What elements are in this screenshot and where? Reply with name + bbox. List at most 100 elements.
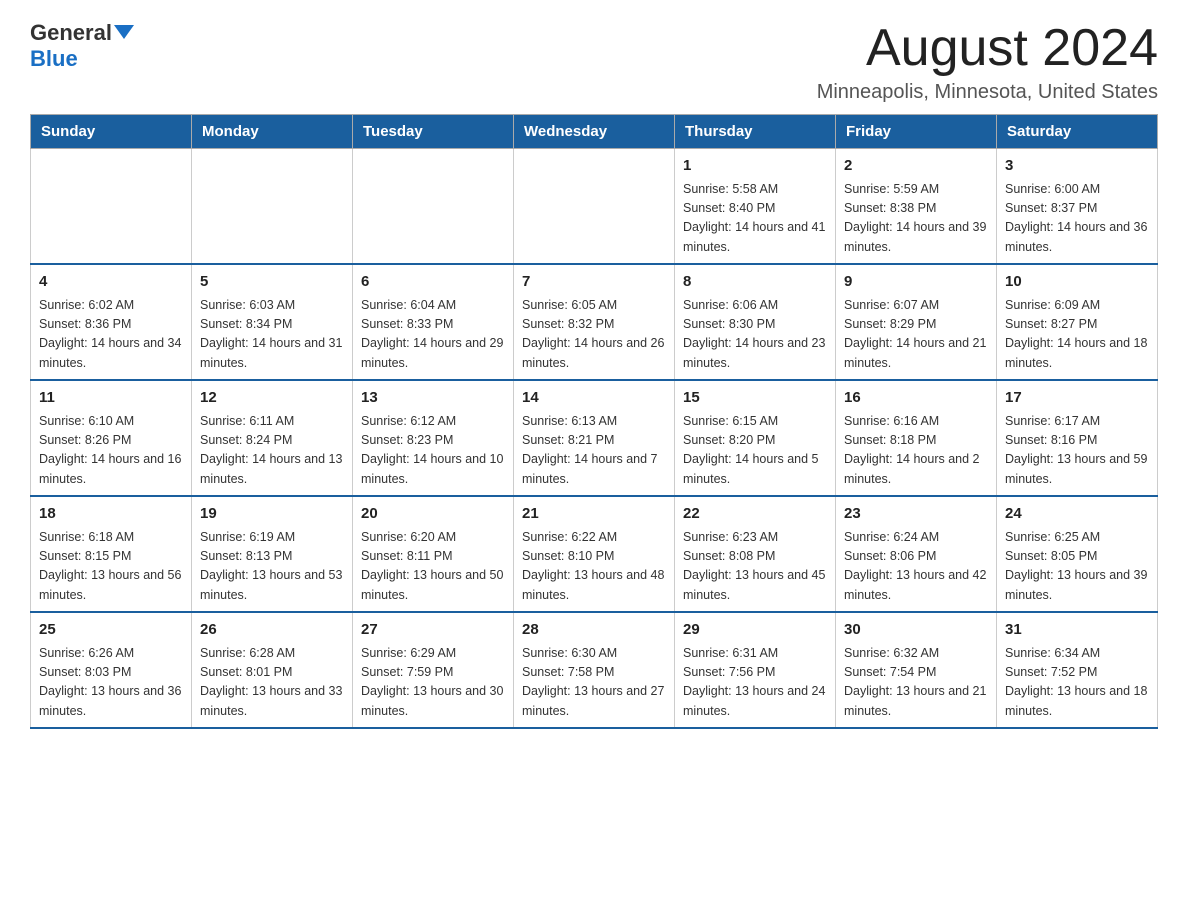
calendar-cell: 20Sunrise: 6:20 AM Sunset: 8:11 PM Dayli… <box>353 496 514 612</box>
calendar-cell: 19Sunrise: 6:19 AM Sunset: 8:13 PM Dayli… <box>192 496 353 612</box>
calendar-cell: 17Sunrise: 6:17 AM Sunset: 8:16 PM Dayli… <box>997 380 1158 496</box>
calendar-cell: 5Sunrise: 6:03 AM Sunset: 8:34 PM Daylig… <box>192 264 353 380</box>
day-number: 20 <box>361 503 505 526</box>
weekday-header-sunday: Sunday <box>31 115 192 149</box>
day-info: Sunrise: 6:03 AM Sunset: 8:34 PM Dayligh… <box>200 296 344 374</box>
calendar-table: SundayMondayTuesdayWednesdayThursdayFrid… <box>30 114 1158 729</box>
day-info: Sunrise: 5:58 AM Sunset: 8:40 PM Dayligh… <box>683 180 827 258</box>
location-subtitle: Minneapolis, Minnesota, United States <box>817 81 1158 104</box>
weekday-header-thursday: Thursday <box>675 115 836 149</box>
day-number: 18 <box>39 503 183 526</box>
day-number: 16 <box>844 387 988 410</box>
day-info: Sunrise: 6:04 AM Sunset: 8:33 PM Dayligh… <box>361 296 505 374</box>
weekday-header-wednesday: Wednesday <box>514 115 675 149</box>
calendar-cell: 23Sunrise: 6:24 AM Sunset: 8:06 PM Dayli… <box>836 496 997 612</box>
day-number: 29 <box>683 619 827 642</box>
day-info: Sunrise: 6:24 AM Sunset: 8:06 PM Dayligh… <box>844 528 988 606</box>
day-number: 6 <box>361 271 505 294</box>
weekday-header-tuesday: Tuesday <box>353 115 514 149</box>
calendar-cell: 10Sunrise: 6:09 AM Sunset: 8:27 PM Dayli… <box>997 264 1158 380</box>
day-info: Sunrise: 6:23 AM Sunset: 8:08 PM Dayligh… <box>683 528 827 606</box>
calendar-cell <box>192 149 353 265</box>
logo-blue-text: Blue <box>30 46 78 72</box>
day-info: Sunrise: 6:34 AM Sunset: 7:52 PM Dayligh… <box>1005 644 1149 722</box>
calendar-cell: 14Sunrise: 6:13 AM Sunset: 8:21 PM Dayli… <box>514 380 675 496</box>
day-number: 31 <box>1005 619 1149 642</box>
calendar-cell: 4Sunrise: 6:02 AM Sunset: 8:36 PM Daylig… <box>31 264 192 380</box>
calendar-cell: 26Sunrise: 6:28 AM Sunset: 8:01 PM Dayli… <box>192 612 353 728</box>
day-number: 3 <box>1005 155 1149 178</box>
day-info: Sunrise: 6:17 AM Sunset: 8:16 PM Dayligh… <box>1005 412 1149 490</box>
day-info: Sunrise: 6:31 AM Sunset: 7:56 PM Dayligh… <box>683 644 827 722</box>
calendar-week-row: 25Sunrise: 6:26 AM Sunset: 8:03 PM Dayli… <box>31 612 1158 728</box>
day-info: Sunrise: 6:15 AM Sunset: 8:20 PM Dayligh… <box>683 412 827 490</box>
day-number: 1 <box>683 155 827 178</box>
day-number: 27 <box>361 619 505 642</box>
day-number: 15 <box>683 387 827 410</box>
calendar-cell: 24Sunrise: 6:25 AM Sunset: 8:05 PM Dayli… <box>997 496 1158 612</box>
calendar-week-row: 4Sunrise: 6:02 AM Sunset: 8:36 PM Daylig… <box>31 264 1158 380</box>
day-number: 28 <box>522 619 666 642</box>
day-info: Sunrise: 6:11 AM Sunset: 8:24 PM Dayligh… <box>200 412 344 490</box>
calendar-cell: 31Sunrise: 6:34 AM Sunset: 7:52 PM Dayli… <box>997 612 1158 728</box>
day-number: 25 <box>39 619 183 642</box>
day-info: Sunrise: 6:30 AM Sunset: 7:58 PM Dayligh… <box>522 644 666 722</box>
day-number: 9 <box>844 271 988 294</box>
day-info: Sunrise: 6:10 AM Sunset: 8:26 PM Dayligh… <box>39 412 183 490</box>
logo-triangle-icon <box>114 25 134 39</box>
month-year-title: August 2024 <box>817 20 1158 77</box>
day-number: 13 <box>361 387 505 410</box>
title-block: August 2024 Minneapolis, Minnesota, Unit… <box>817 20 1158 104</box>
calendar-cell: 13Sunrise: 6:12 AM Sunset: 8:23 PM Dayli… <box>353 380 514 496</box>
calendar-cell: 9Sunrise: 6:07 AM Sunset: 8:29 PM Daylig… <box>836 264 997 380</box>
calendar-week-row: 1Sunrise: 5:58 AM Sunset: 8:40 PM Daylig… <box>31 149 1158 265</box>
calendar-cell: 29Sunrise: 6:31 AM Sunset: 7:56 PM Dayli… <box>675 612 836 728</box>
logo: General Blue <box>30 20 134 72</box>
day-number: 7 <box>522 271 666 294</box>
day-number: 11 <box>39 387 183 410</box>
day-number: 8 <box>683 271 827 294</box>
calendar-cell: 22Sunrise: 6:23 AM Sunset: 8:08 PM Dayli… <box>675 496 836 612</box>
calendar-cell <box>353 149 514 265</box>
day-info: Sunrise: 5:59 AM Sunset: 8:38 PM Dayligh… <box>844 180 988 258</box>
day-info: Sunrise: 6:29 AM Sunset: 7:59 PM Dayligh… <box>361 644 505 722</box>
day-number: 30 <box>844 619 988 642</box>
calendar-week-row: 18Sunrise: 6:18 AM Sunset: 8:15 PM Dayli… <box>31 496 1158 612</box>
logo-general-text: General <box>30 20 112 46</box>
calendar-cell <box>31 149 192 265</box>
calendar-cell: 28Sunrise: 6:30 AM Sunset: 7:58 PM Dayli… <box>514 612 675 728</box>
calendar-cell: 15Sunrise: 6:15 AM Sunset: 8:20 PM Dayli… <box>675 380 836 496</box>
day-info: Sunrise: 6:12 AM Sunset: 8:23 PM Dayligh… <box>361 412 505 490</box>
day-number: 4 <box>39 271 183 294</box>
calendar-cell: 27Sunrise: 6:29 AM Sunset: 7:59 PM Dayli… <box>353 612 514 728</box>
day-number: 10 <box>1005 271 1149 294</box>
day-info: Sunrise: 6:32 AM Sunset: 7:54 PM Dayligh… <box>844 644 988 722</box>
calendar-header-row: SundayMondayTuesdayWednesdayThursdayFrid… <box>31 115 1158 149</box>
weekday-header-friday: Friday <box>836 115 997 149</box>
calendar-cell: 25Sunrise: 6:26 AM Sunset: 8:03 PM Dayli… <box>31 612 192 728</box>
day-info: Sunrise: 6:28 AM Sunset: 8:01 PM Dayligh… <box>200 644 344 722</box>
day-number: 19 <box>200 503 344 526</box>
calendar-cell: 16Sunrise: 6:16 AM Sunset: 8:18 PM Dayli… <box>836 380 997 496</box>
day-info: Sunrise: 6:06 AM Sunset: 8:30 PM Dayligh… <box>683 296 827 374</box>
calendar-cell: 21Sunrise: 6:22 AM Sunset: 8:10 PM Dayli… <box>514 496 675 612</box>
calendar-cell: 11Sunrise: 6:10 AM Sunset: 8:26 PM Dayli… <box>31 380 192 496</box>
day-info: Sunrise: 6:13 AM Sunset: 8:21 PM Dayligh… <box>522 412 666 490</box>
calendar-cell: 3Sunrise: 6:00 AM Sunset: 8:37 PM Daylig… <box>997 149 1158 265</box>
calendar-cell: 30Sunrise: 6:32 AM Sunset: 7:54 PM Dayli… <box>836 612 997 728</box>
calendar-cell: 1Sunrise: 5:58 AM Sunset: 8:40 PM Daylig… <box>675 149 836 265</box>
day-info: Sunrise: 6:00 AM Sunset: 8:37 PM Dayligh… <box>1005 180 1149 258</box>
day-number: 26 <box>200 619 344 642</box>
calendar-week-row: 11Sunrise: 6:10 AM Sunset: 8:26 PM Dayli… <box>31 380 1158 496</box>
day-info: Sunrise: 6:09 AM Sunset: 8:27 PM Dayligh… <box>1005 296 1149 374</box>
calendar-cell: 8Sunrise: 6:06 AM Sunset: 8:30 PM Daylig… <box>675 264 836 380</box>
page-header: General Blue August 2024 Minneapolis, Mi… <box>30 20 1158 104</box>
day-info: Sunrise: 6:22 AM Sunset: 8:10 PM Dayligh… <box>522 528 666 606</box>
calendar-cell <box>514 149 675 265</box>
day-info: Sunrise: 6:02 AM Sunset: 8:36 PM Dayligh… <box>39 296 183 374</box>
day-number: 24 <box>1005 503 1149 526</box>
day-info: Sunrise: 6:26 AM Sunset: 8:03 PM Dayligh… <box>39 644 183 722</box>
calendar-cell: 6Sunrise: 6:04 AM Sunset: 8:33 PM Daylig… <box>353 264 514 380</box>
day-info: Sunrise: 6:25 AM Sunset: 8:05 PM Dayligh… <box>1005 528 1149 606</box>
day-info: Sunrise: 6:20 AM Sunset: 8:11 PM Dayligh… <box>361 528 505 606</box>
